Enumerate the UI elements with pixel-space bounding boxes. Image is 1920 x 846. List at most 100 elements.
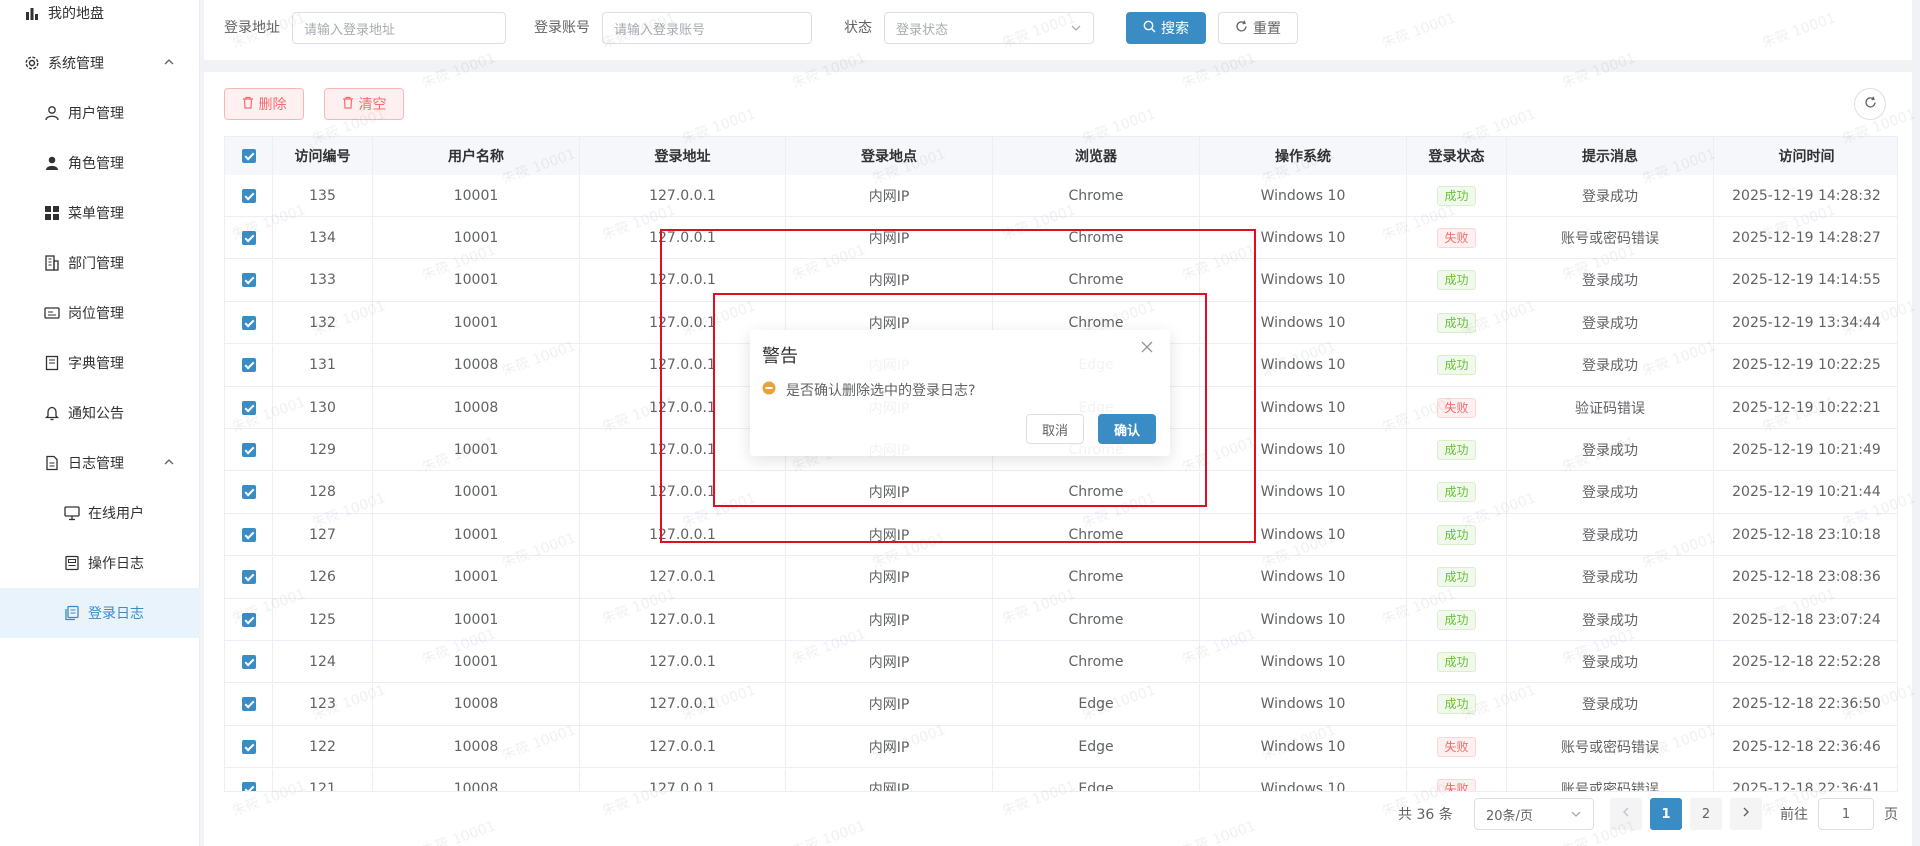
chevron-right-icon [1740, 806, 1752, 822]
table-row[interactable]: 126 10001 127.0.0.1 内网IP Chrome Windows 10 成功 登… [225, 556, 1897, 599]
table-row[interactable]: 128 10001 127.0.0.1 内网IP Chrome Windows 10 成功 登… [225, 471, 1897, 514]
sidebar: 我的地盘 系统管理 用户管理 角色管理 菜单管理 部门管理 岗位管理 字典管理 … [0, 0, 200, 846]
sidebar-item-user-management[interactable]: 用户管理 [0, 88, 200, 138]
sidebar-item-department-management[interactable]: 部门管理 [0, 238, 200, 288]
next-page-button[interactable] [1730, 798, 1762, 830]
table-cell: Windows 10 [1200, 259, 1407, 301]
table-cell: 账号或密码错误 [1507, 768, 1714, 791]
goto-page-input[interactable]: 1 [1818, 798, 1874, 830]
row-checkbox[interactable] [225, 302, 273, 344]
clear-button[interactable]: 清空 [324, 88, 404, 120]
row-checkbox[interactable] [225, 726, 273, 768]
login-account-input[interactable]: 请输入登录账号 [602, 12, 812, 44]
table-cell: 10001 [373, 259, 580, 301]
row-checkbox[interactable] [225, 683, 273, 725]
row-checkbox[interactable] [225, 599, 273, 640]
sidebar-item-menu-management[interactable]: 菜单管理 [0, 188, 200, 238]
col-header[interactable]: 操作系统 [1200, 137, 1407, 175]
table-row[interactable]: 135 10001 127.0.0.1 内网IP Chrome Windows 10 成功 登… [225, 175, 1897, 217]
table-cell: 内网IP [786, 599, 993, 640]
col-header[interactable]: 登录地点 [786, 137, 993, 175]
sidebar-item-operation-log[interactable]: 操作日志 [0, 538, 200, 588]
checkbox-checked [241, 230, 256, 245]
row-checkbox[interactable] [225, 641, 273, 683]
table-cell: Chrome [993, 599, 1200, 640]
status-cell: 成功 [1407, 302, 1507, 344]
table-cell: 2025-12-18 22:36:41 [1732, 781, 1881, 792]
page-size-select[interactable]: 20条/页 [1474, 798, 1594, 830]
table-row[interactable]: 125 10001 127.0.0.1 内网IP Chrome Windows 10 成功 登… [225, 599, 1897, 641]
status-cell: 失败 [1407, 217, 1507, 259]
col-header[interactable]: 访问时间 [1714, 137, 1897, 175]
page-1-button[interactable]: 1 [1650, 798, 1682, 830]
status-cell: 成功 [1407, 175, 1507, 216]
row-checkbox[interactable] [225, 556, 273, 598]
select-all-checkbox[interactable] [225, 137, 273, 175]
table-row[interactable]: 134 10001 127.0.0.1 内网IP Chrome Windows 10 失败 账… [225, 217, 1897, 260]
login-address-input[interactable]: 请输入登录地址 [292, 12, 506, 44]
cancel-button[interactable]: 取消 [1026, 414, 1084, 444]
sidebar-item-system-management[interactable]: 系统管理 [0, 38, 200, 88]
row-checkbox[interactable] [225, 344, 273, 386]
row-checkbox[interactable] [225, 429, 273, 471]
search-button[interactable]: 搜索 [1126, 12, 1206, 44]
table-row[interactable]: 122 10008 127.0.0.1 内网IP Edge Windows 10 失败 账号或… [225, 726, 1897, 769]
trash-icon [342, 96, 354, 113]
table-cell: 121 [273, 768, 373, 791]
table-cell: 登录成功 [1507, 429, 1714, 471]
col-header[interactable]: 登录地址 [580, 137, 786, 175]
row-checkbox[interactable] [225, 175, 273, 216]
col-header[interactable]: 登录状态 [1407, 137, 1507, 175]
sidebar-item-my-dashboard[interactable]: 我的地盘 [0, 0, 200, 38]
table-row[interactable]: 133 10001 127.0.0.1 内网IP Chrome Windows 10 成功 登… [225, 259, 1897, 302]
checkbox-checked [241, 697, 256, 712]
row-checkbox[interactable] [225, 387, 273, 428]
status-cell: 失败 [1407, 768, 1507, 791]
sidebar-item-login-log[interactable]: 登录日志 [0, 588, 200, 638]
table-cell: 10008 [373, 683, 580, 725]
table-cell: 登录成功 [1507, 683, 1714, 725]
refresh-table-button[interactable] [1854, 88, 1886, 120]
reset-button[interactable]: 重置 [1218, 12, 1298, 44]
table-row[interactable]: 127 10001 127.0.0.1 内网IP Chrome Windows 10 成功 登… [225, 514, 1897, 557]
sidebar-item-log-management[interactable]: 日志管理 [0, 438, 200, 488]
page-2-button[interactable]: 2 [1690, 798, 1722, 830]
sidebar-item-position-management[interactable]: 岗位管理 [0, 288, 200, 338]
status-select[interactable]: 登录状态 [884, 12, 1094, 44]
status-badge: 失败 [1437, 227, 1476, 248]
col-header[interactable]: 浏览器 [993, 137, 1200, 175]
sidebar-item-dictionary-management[interactable]: 字典管理 [0, 338, 200, 388]
status-badge: 失败 [1437, 736, 1476, 757]
table-cell: 10008 [373, 726, 580, 768]
delete-button[interactable]: 删除 [224, 88, 304, 120]
document-icon [44, 455, 60, 471]
table-row[interactable]: 124 10001 127.0.0.1 内网IP Chrome Windows 10 成功 登… [225, 641, 1897, 684]
prev-page-button[interactable] [1610, 798, 1642, 830]
row-checkbox[interactable] [225, 217, 273, 259]
row-checkbox[interactable] [225, 768, 273, 791]
dialog-title: 警告 [762, 346, 798, 367]
row-checkbox[interactable] [225, 471, 273, 513]
col-header[interactable]: 访问编号 [273, 137, 373, 175]
table-cell: Edge [993, 768, 1200, 791]
clear-button-label: 清空 [358, 97, 387, 113]
table-cell: 127.0.0.1 [580, 599, 786, 640]
sidebar-item-label: 通知公告 [68, 406, 124, 422]
table-cell: 127.0.0.1 [580, 471, 786, 513]
table-row[interactable]: 121 10008 127.0.0.1 内网IP Edge Windows 10 失败 账号或… [225, 768, 1897, 792]
close-icon[interactable] [1140, 340, 1156, 356]
col-header[interactable]: 用户名称 [373, 137, 580, 175]
table-cell: Windows 10 [1200, 302, 1407, 344]
row-checkbox[interactable] [225, 514, 273, 556]
sidebar-item-online-users[interactable]: 在线用户 [0, 488, 200, 538]
table-row[interactable]: 123 10008 127.0.0.1 内网IP Edge Windows 10 成功 登录成… [225, 683, 1897, 726]
reset-button-label: 重置 [1253, 21, 1281, 37]
row-checkbox[interactable] [225, 259, 273, 301]
confirm-button[interactable]: 确认 [1098, 414, 1156, 444]
sidebar-item-role-management[interactable]: 角色管理 [0, 138, 200, 188]
login-account-label: 登录账号 [534, 20, 590, 36]
col-header[interactable]: 提示消息 [1507, 137, 1714, 175]
table-cell: Edge [993, 683, 1200, 725]
sidebar-item-notice[interactable]: 通知公告 [0, 388, 200, 438]
table-cell: 10001 [373, 175, 580, 216]
